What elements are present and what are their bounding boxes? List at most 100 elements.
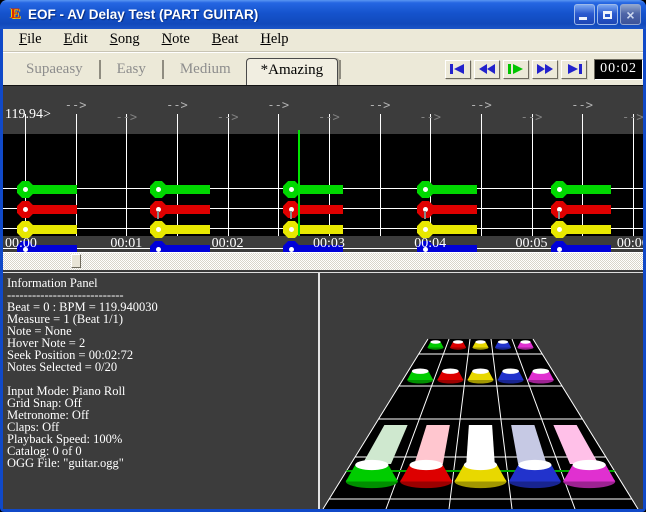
gem-highlight — [520, 340, 530, 343]
titlebar[interactable]: E EOF - AV Delay Test (PART GUITAR) × — [0, 0, 646, 29]
transport-controls — [445, 60, 591, 79]
menu-bar: FileEditSongNoteBeatHelp — [3, 29, 643, 52]
bar-left-icon — [449, 63, 467, 75]
bar-right-play-icon — [507, 63, 525, 75]
beat-line — [126, 114, 127, 236]
hover-tick — [424, 211, 426, 219]
beat-line — [76, 114, 77, 236]
rewind-button[interactable] — [474, 60, 500, 79]
toolbar: SupaeasyEasyMedium*Amazing 00:02 — [3, 52, 643, 85]
beat-marker-arrow: --> — [115, 110, 137, 124]
note-head[interactable] — [150, 241, 167, 252]
minimize-icon — [579, 17, 587, 20]
gem-highlight — [453, 340, 463, 343]
gem-highlight — [532, 368, 549, 373]
seek-position-line — [298, 130, 300, 236]
tab-divider — [339, 60, 341, 79]
beat-line — [481, 114, 482, 236]
menu-item-note[interactable]: Note — [151, 30, 201, 50]
timeline-label: 00:06 — [617, 236, 643, 252]
beat-line — [177, 114, 178, 236]
note-head[interactable] — [551, 241, 568, 252]
eof-window: E EOF - AV Delay Test (PART GUITAR) × Fi… — [0, 0, 646, 512]
menu-item-edit[interactable]: Edit — [53, 30, 99, 50]
beat-line — [430, 114, 431, 236]
note-head[interactable] — [150, 221, 167, 238]
note-center-dot — [23, 227, 28, 232]
note-center-dot — [23, 207, 28, 212]
timeline-label: 00:01 — [110, 236, 142, 252]
window-title: EOF - AV Delay Test (PART GUITAR) — [28, 7, 574, 22]
close-button[interactable]: × — [620, 4, 641, 25]
note-head[interactable] — [283, 241, 300, 252]
timeline-label: 00:04 — [414, 236, 446, 252]
maximize-button[interactable] — [597, 4, 618, 25]
beat-line — [329, 114, 330, 236]
note-head[interactable] — [17, 181, 34, 198]
timeline-label: 00:05 — [516, 236, 548, 252]
tab-supaeasy[interactable]: Supaeasy — [11, 59, 98, 80]
tab-easy[interactable]: Easy — [102, 59, 161, 80]
tab-divider — [162, 60, 164, 79]
beat-marker-arrow: --> — [369, 98, 391, 112]
double-right-icon — [536, 63, 554, 75]
gem-highlight — [475, 340, 485, 343]
rewind-to-start-button[interactable] — [445, 60, 471, 79]
beat-marker-arrow: --> — [622, 110, 643, 124]
note-center-dot — [423, 187, 428, 192]
play-button[interactable] — [503, 60, 529, 79]
note-center-dot — [289, 227, 294, 232]
beat-line — [532, 114, 533, 236]
beat-marker-arrow: --> — [571, 98, 593, 112]
beat-marker-arrow: --> — [166, 98, 188, 112]
minimize-button[interactable] — [574, 4, 595, 25]
beat-marker-arrow: --> — [65, 98, 87, 112]
tab-medium[interactable]: Medium — [165, 59, 246, 80]
note-center-dot — [156, 227, 161, 232]
seek-to-end-button[interactable] — [561, 60, 587, 79]
note-editor[interactable]: -->-->-->-->-->-->-->-->-->-->-->-->119.… — [3, 85, 643, 252]
maximize-icon — [603, 11, 612, 19]
gem-highlight — [472, 368, 489, 373]
menu-item-help[interactable]: Help — [249, 30, 299, 50]
client-area: FileEditSongNoteBeatHelp SupaeasyEasyMed… — [3, 29, 643, 509]
info-line: OGG File: "guitar.ogg" — [7, 457, 318, 469]
beat-line — [633, 114, 634, 236]
beat-line — [228, 114, 229, 236]
bpm-marker-label: 119.94> — [5, 107, 51, 123]
menu-item-beat[interactable]: Beat — [201, 30, 250, 50]
note-center-dot — [156, 187, 161, 192]
gem-highlight — [355, 460, 388, 470]
beat-marker-arrow: --> — [470, 98, 492, 112]
note-center-dot — [289, 187, 294, 192]
scrollbar-handle[interactable] — [71, 254, 81, 268]
bottom-panels: Information Panel-----------------------… — [3, 272, 643, 509]
menu-item-song[interactable]: Song — [99, 30, 151, 50]
close-icon: × — [626, 8, 634, 22]
note-head[interactable] — [150, 181, 167, 198]
beat-marker-arrow: --> — [267, 98, 289, 112]
gem-highlight — [518, 460, 551, 470]
timeline-label: 00:02 — [212, 236, 244, 252]
right-bar-icon — [565, 63, 583, 75]
note-center-dot — [23, 187, 28, 192]
hover-tick — [558, 211, 560, 219]
time-display: 00:02 — [594, 59, 643, 80]
beat-line — [380, 114, 381, 236]
app-icon: E — [7, 6, 24, 23]
window-controls: × — [574, 4, 641, 25]
sustain-ribbon — [466, 425, 495, 464]
timeline-label: 00:03 — [313, 236, 345, 252]
beat-marker-arrow: --> — [419, 110, 441, 124]
gem-highlight — [410, 460, 443, 470]
difficulty-tabs: SupaeasyEasyMedium*Amazing — [3, 53, 342, 85]
beat-marker-arrow: --> — [318, 110, 340, 124]
menu-item-file[interactable]: File — [8, 30, 53, 50]
hover-tick — [157, 211, 159, 219]
beat-marker-arrow: --> — [217, 110, 239, 124]
tab-amazing[interactable]: *Amazing — [246, 58, 338, 85]
fast-forward-button[interactable] — [532, 60, 558, 79]
editor-scrollbar[interactable] — [3, 252, 643, 272]
gem-highlight — [412, 368, 429, 373]
note-head[interactable] — [17, 201, 34, 218]
